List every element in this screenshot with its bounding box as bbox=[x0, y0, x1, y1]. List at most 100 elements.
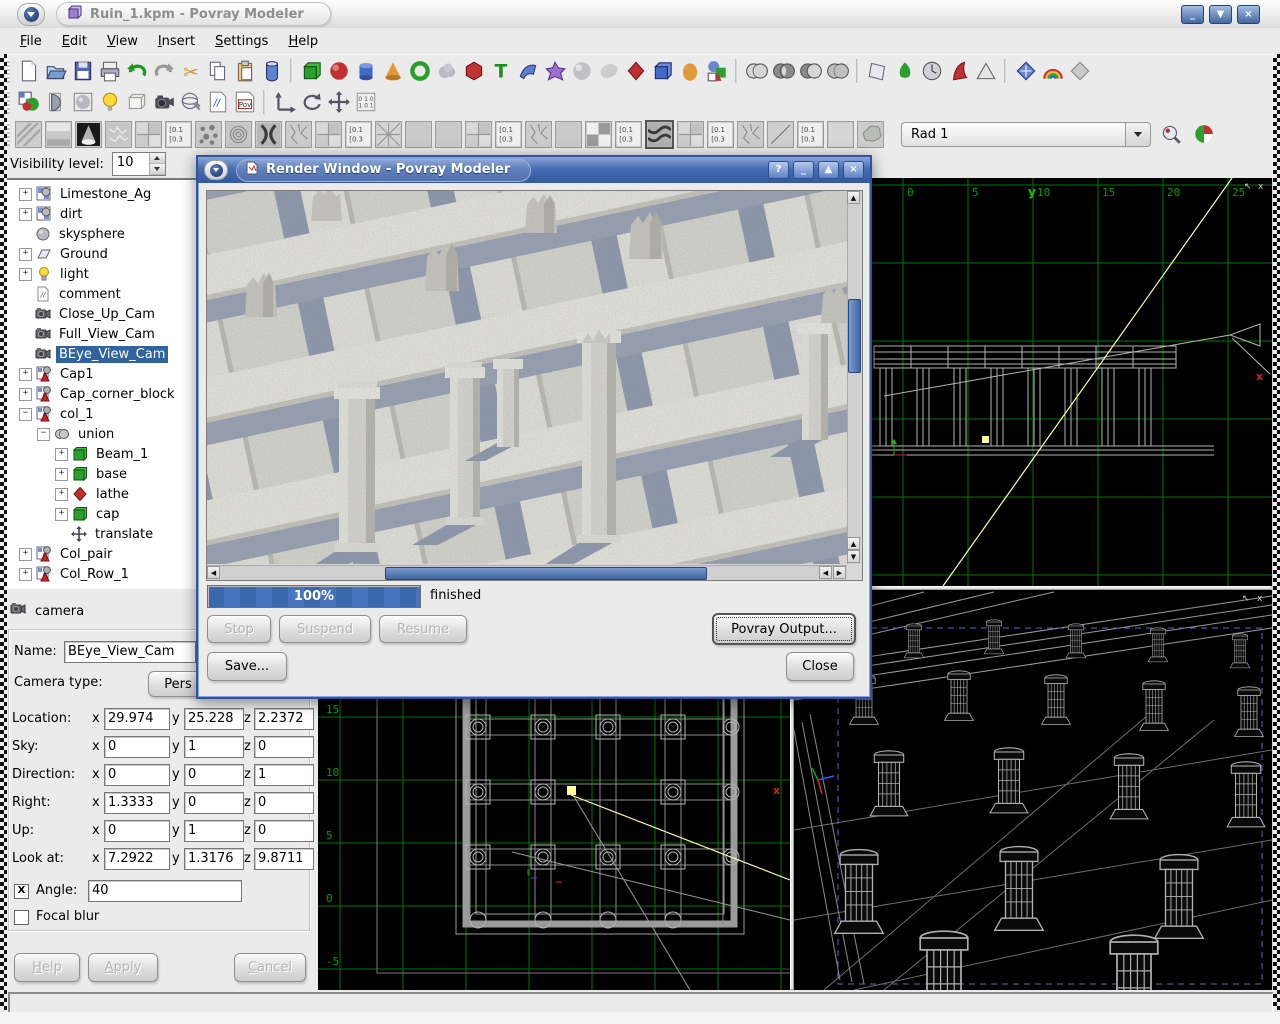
titlebar[interactable]: Ruin_1.kpm - Povray Modeler _ ▼ × bbox=[0, 0, 1280, 29]
pigment-blob-icon[interactable] bbox=[857, 121, 884, 148]
fog-icon[interactable] bbox=[1066, 58, 1093, 85]
expand-icon[interactable]: + bbox=[55, 468, 68, 481]
solid-icon[interactable] bbox=[435, 121, 462, 148]
expand-icon[interactable]: + bbox=[55, 448, 68, 461]
triangle-icon[interactable] bbox=[972, 58, 999, 85]
bicubic-patch-icon[interactable] bbox=[514, 58, 541, 85]
close-button[interactable]: Close bbox=[786, 652, 854, 681]
scroll-up-icon[interactable]: ▲ bbox=[847, 537, 860, 550]
visibility-value[interactable]: 10 bbox=[113, 153, 149, 175]
help-button[interactable]: Help bbox=[14, 953, 80, 982]
menu-view[interactable]: View bbox=[97, 31, 148, 52]
angle-field[interactable]: 40 bbox=[88, 880, 242, 902]
height-field-icon[interactable] bbox=[945, 58, 972, 85]
print-icon[interactable] bbox=[96, 58, 123, 85]
look_at-x-field[interactable]: 7.2922 bbox=[104, 848, 170, 870]
julia-fractal-icon[interactable] bbox=[541, 58, 568, 85]
expand-icon[interactable]: + bbox=[19, 548, 32, 561]
viewport-maximize-icon[interactable]: ↖ bbox=[1244, 182, 1252, 192]
quadric-icon[interactable] bbox=[891, 58, 918, 85]
povray-output-button[interactable]: Povray Output... bbox=[712, 613, 856, 645]
plane-icon[interactable] bbox=[864, 58, 891, 85]
render-settings-icon[interactable] bbox=[1190, 121, 1217, 148]
text-object-icon[interactable]: T bbox=[487, 58, 514, 85]
expand-icon[interactable]: + bbox=[19, 208, 32, 221]
blob-icon[interactable] bbox=[433, 58, 460, 85]
menu-help[interactable]: Help bbox=[278, 31, 328, 52]
sky-x-field[interactable]: 0 bbox=[104, 736, 170, 758]
scroll-left-icon[interactable]: ◀ bbox=[819, 566, 832, 579]
expand-icon[interactable]: + bbox=[19, 268, 32, 281]
save-button[interactable]: Save... bbox=[207, 652, 287, 681]
render-view[interactable]: ▲ ▲ ▼ ◀ ◀ ▶ bbox=[206, 190, 863, 581]
name-field[interactable]: BEye_View_Cam bbox=[64, 641, 196, 663]
location-x-field[interactable]: 29.974 bbox=[104, 708, 170, 730]
panes-icon[interactable] bbox=[315, 121, 342, 148]
open-file-icon[interactable] bbox=[42, 58, 69, 85]
dialog-minimize-button[interactable]: _ bbox=[793, 161, 814, 179]
gradient-icon[interactable] bbox=[45, 121, 72, 148]
render-preview-icon[interactable] bbox=[1157, 121, 1184, 148]
onion-icon[interactable] bbox=[225, 121, 252, 148]
copy-icon[interactable] bbox=[204, 58, 231, 85]
rotate-icon[interactable] bbox=[298, 89, 325, 116]
surface-of-revolution-icon[interactable] bbox=[676, 58, 703, 85]
comment-icon[interactable]: // bbox=[204, 89, 231, 116]
color-list-icon[interactable]: [0.1[0.3 bbox=[707, 121, 734, 148]
pigment-icon[interactable] bbox=[42, 89, 69, 116]
rainbow-icon[interactable] bbox=[1039, 58, 1066, 85]
sky-z-field[interactable]: 0 bbox=[254, 736, 314, 758]
spin-down-icon[interactable] bbox=[150, 164, 165, 175]
sphere-gray-icon[interactable] bbox=[568, 58, 595, 85]
plain-icon[interactable] bbox=[827, 121, 854, 148]
finish-icon[interactable] bbox=[69, 89, 96, 116]
ellipsoid-icon[interactable] bbox=[595, 58, 622, 85]
undo-icon[interactable] bbox=[123, 58, 150, 85]
color-list-icon[interactable]: [0.1[0.3 bbox=[345, 121, 372, 148]
render-window-titlebar[interactable]: Render Window - Povray Modeler ? _ ▲ × bbox=[198, 157, 870, 183]
radiosity-combobox-value[interactable]: Rad 1 bbox=[901, 122, 1125, 147]
spin-up-icon[interactable] bbox=[150, 153, 165, 164]
up-y-field[interactable]: 1 bbox=[184, 820, 244, 842]
torus-icon[interactable] bbox=[406, 58, 433, 85]
sphere-icon[interactable] bbox=[325, 58, 352, 85]
checker-icon[interactable] bbox=[585, 121, 612, 148]
expand-icon[interactable]: + bbox=[19, 368, 32, 381]
prism-icon[interactable] bbox=[649, 58, 676, 85]
solid-icon[interactable] bbox=[555, 121, 582, 148]
sky-y-field[interactable]: 1 bbox=[184, 736, 244, 758]
color-list-icon[interactable]: [0.1[0.3 bbox=[165, 121, 192, 148]
expand-icon[interactable]: + bbox=[19, 568, 32, 581]
scroll-right-icon[interactable]: ▶ bbox=[833, 566, 846, 579]
dialog-menu-button[interactable] bbox=[204, 160, 228, 180]
scale-icon[interactable] bbox=[325, 89, 352, 116]
panes-icon[interactable] bbox=[677, 121, 704, 148]
raw-povray-icon[interactable]: Pov bbox=[231, 89, 258, 116]
color-list-icon[interactable]: [0.1[0.3 bbox=[615, 121, 642, 148]
superquadric-icon[interactable] bbox=[460, 58, 487, 85]
vertical-scrollbar[interactable]: ▲ ▲ ▼ bbox=[847, 191, 861, 564]
box-icon[interactable] bbox=[298, 58, 325, 85]
expand-icon[interactable]: + bbox=[19, 388, 32, 401]
waves-icon[interactable] bbox=[645, 120, 674, 149]
suspend-button[interactable]: Suspend bbox=[279, 615, 371, 643]
bounded-by-icon[interactable] bbox=[1012, 58, 1039, 85]
interior-icon[interactable] bbox=[123, 89, 150, 116]
net-icon[interactable] bbox=[375, 121, 402, 148]
stop-button[interactable]: Stop bbox=[207, 615, 271, 643]
horizontal-scrollbar[interactable]: ◀ ◀ ▶ bbox=[207, 565, 847, 580]
right-x-field[interactable]: 1.3333 bbox=[104, 792, 170, 814]
csg-difference-icon[interactable] bbox=[797, 58, 824, 85]
solid-icon[interactable] bbox=[405, 121, 432, 148]
spotlight-icon[interactable] bbox=[75, 121, 102, 148]
expand-icon[interactable]: + bbox=[19, 248, 32, 261]
look_at-y-field[interactable]: 1.3176 bbox=[184, 848, 244, 870]
right-z-field[interactable]: 0 bbox=[254, 792, 314, 814]
close-button[interactable]: × bbox=[1237, 5, 1260, 24]
angle-checkbox[interactable]: X bbox=[14, 884, 29, 899]
slope-icon[interactable] bbox=[767, 121, 794, 148]
right-y-field[interactable]: 0 bbox=[184, 792, 244, 814]
vertical-scroll-thumb[interactable] bbox=[848, 299, 861, 373]
dialog-close-button[interactable]: × bbox=[843, 161, 864, 179]
panes-icon[interactable] bbox=[465, 121, 492, 148]
